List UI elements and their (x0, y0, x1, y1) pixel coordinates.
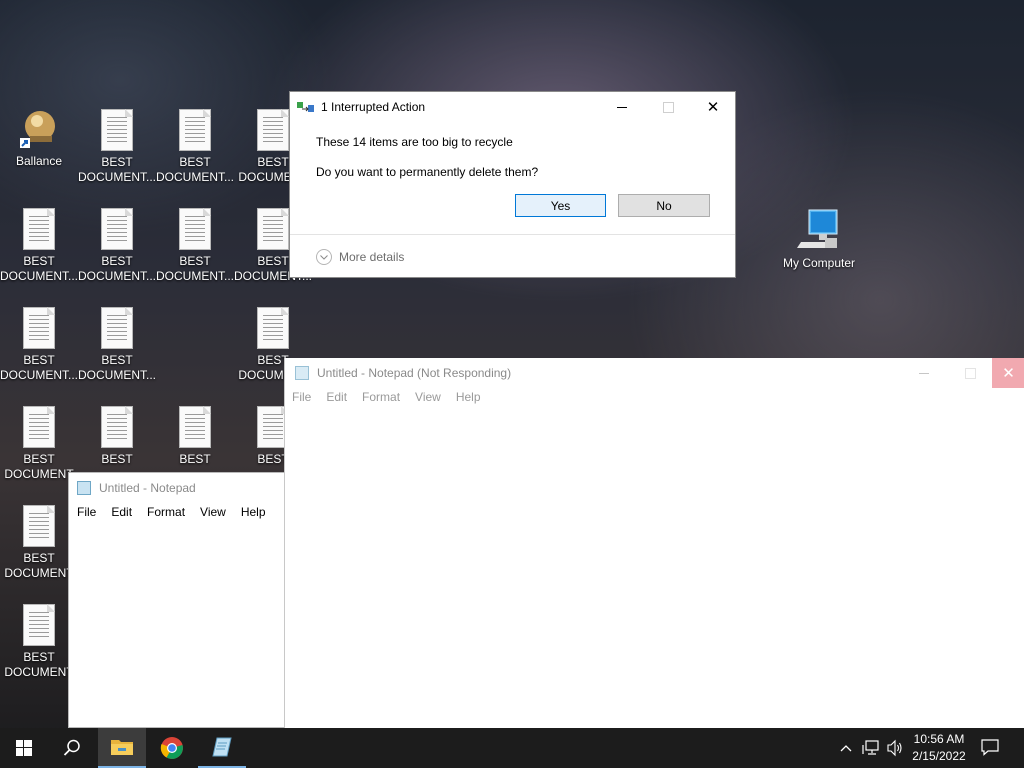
volume-icon (887, 739, 902, 757)
more-details-label: More details (339, 250, 405, 264)
document-icon (101, 208, 133, 250)
taskbar-chrome[interactable] (148, 728, 196, 768)
menu-edit[interactable]: Edit (111, 505, 132, 519)
yes-button[interactable]: Yes (515, 194, 606, 217)
desktop-icon-document[interactable]: BEST DOCUMENT (0, 604, 78, 680)
notepad-icon (295, 366, 309, 380)
network-icon (862, 740, 879, 755)
close-icon: ✕ (1002, 365, 1015, 382)
text-area[interactable] (285, 410, 1024, 728)
desktop-icon-document[interactable]: BEST (78, 406, 156, 467)
desktop-icon-document[interactable]: BEST DOCUMENT... (78, 109, 156, 185)
dialog-message: These 14 items are too big to recycle (316, 135, 513, 149)
chevron-down-icon (316, 249, 332, 265)
desktop-icon-document[interactable]: BEST DOCUMENT... (156, 208, 234, 284)
desktop-icon-ballance[interactable]: Ballance (0, 106, 78, 169)
minimize-button[interactable] (599, 92, 645, 122)
more-details-toggle[interactable]: More details (316, 247, 404, 267)
search-icon (63, 739, 80, 756)
start-button[interactable] (0, 728, 48, 768)
desktop-icon-my-computer[interactable]: My Computer (780, 208, 858, 271)
menu-view[interactable]: View (200, 505, 226, 519)
document-icon (23, 604, 55, 646)
dialog-title: 1 Interrupted Action (321, 100, 426, 114)
maximize-button[interactable] (947, 358, 993, 388)
desktop-icon-label: Ballance (15, 154, 63, 168)
minimize-button[interactable] (901, 358, 947, 388)
search-button[interactable] (48, 728, 96, 768)
notifications-button[interactable] (980, 738, 1002, 758)
clock-time: 10:56 AM (913, 732, 965, 746)
divider (290, 234, 735, 235)
document-icon (257, 307, 289, 349)
notepad-window-not-responding[interactable]: Untitled - Notepad (Not Responding) ✕ Fi… (284, 358, 1024, 728)
document-icon (257, 208, 289, 250)
ballance-icon (18, 106, 60, 150)
menu-bar: File Edit Format View Help (77, 505, 281, 519)
folder-icon (111, 740, 133, 755)
maximize-button (645, 92, 691, 122)
document-icon (101, 307, 133, 349)
file-operation-icon (297, 101, 315, 113)
desktop-icon-document[interactable]: BEST DOCUMENT... (0, 208, 78, 284)
no-button[interactable]: No (618, 194, 710, 217)
interrupted-action-dialog: 1 Interrupted Action ✕ These 14 items ar… (289, 91, 736, 278)
title-bar[interactable]: Untitled - Notepad (69, 473, 285, 503)
windows-logo-icon (16, 740, 32, 756)
desktop-icon-document[interactable]: BEST DOCUMENT (0, 505, 78, 581)
notepad-icon (212, 737, 232, 757)
taskbar: 10:56 AM 2/15/2022 (0, 728, 1024, 768)
document-icon (179, 208, 211, 250)
close-button[interactable]: ✕ (992, 358, 1024, 388)
dialog-question: Do you want to permanently delete them? (316, 165, 539, 179)
volume-button[interactable] (886, 739, 904, 757)
menu-file[interactable]: File (292, 390, 311, 404)
minimize-icon (919, 372, 929, 374)
desktop-icon-document[interactable]: BEST (156, 406, 234, 467)
close-button[interactable]: ✕ (690, 92, 736, 122)
menu-view[interactable]: View (415, 390, 441, 404)
document-icon (179, 406, 211, 448)
window-title: Untitled - Notepad (Not Responding) (317, 366, 512, 380)
document-icon (101, 109, 133, 151)
document-icon (23, 208, 55, 250)
desktop-icon-document[interactable]: BEST DOCUMENT (0, 406, 78, 482)
taskbar-notepad[interactable] (198, 728, 246, 768)
taskbar-file-explorer[interactable] (98, 728, 146, 768)
menu-format[interactable]: Format (362, 390, 400, 404)
network-button[interactable] (862, 739, 880, 757)
clock-date: 2/15/2022 (912, 749, 966, 763)
clock[interactable]: 10:56 AM 2/15/2022 (906, 731, 972, 765)
window-title: Untitled - Notepad (99, 481, 196, 495)
document-icon (179, 109, 211, 151)
document-icon (23, 406, 55, 448)
menu-file[interactable]: File (77, 505, 96, 519)
menu-edit[interactable]: Edit (326, 390, 347, 404)
notification-icon (981, 739, 999, 756)
show-hidden-icons-button[interactable] (838, 740, 854, 756)
desktop-icon-document[interactable]: BEST DOCUMENT... (78, 307, 156, 383)
text-area[interactable] (69, 525, 285, 727)
notepad-window-back[interactable]: Untitled - Notepad File Edit Format View Hel… (68, 472, 286, 728)
document-icon (101, 406, 133, 448)
close-icon: ✕ (706, 99, 720, 116)
desktop-icon-label: My Computer (782, 256, 856, 270)
desktop-icon-document[interactable]: BEST DOCUMENT... (78, 208, 156, 284)
document-icon (257, 109, 289, 151)
maximize-icon (964, 367, 976, 379)
minimize-icon (617, 106, 627, 108)
document-icon (23, 307, 55, 349)
notepad-icon (77, 481, 91, 495)
chrome-icon (160, 737, 183, 759)
menu-help[interactable]: Help (241, 505, 266, 519)
desktop-icon-document[interactable]: BEST DOCUMENT... (156, 109, 234, 185)
menu-bar: File Edit Format View Help (292, 390, 496, 404)
computer-icon (797, 208, 841, 252)
document-icon (23, 505, 55, 547)
chevron-up-icon (840, 744, 852, 751)
menu-help[interactable]: Help (456, 390, 481, 404)
menu-format[interactable]: Format (147, 505, 185, 519)
maximize-icon (662, 101, 674, 113)
desktop-icon-document[interactable]: BEST DOCUMENT... (0, 307, 78, 383)
